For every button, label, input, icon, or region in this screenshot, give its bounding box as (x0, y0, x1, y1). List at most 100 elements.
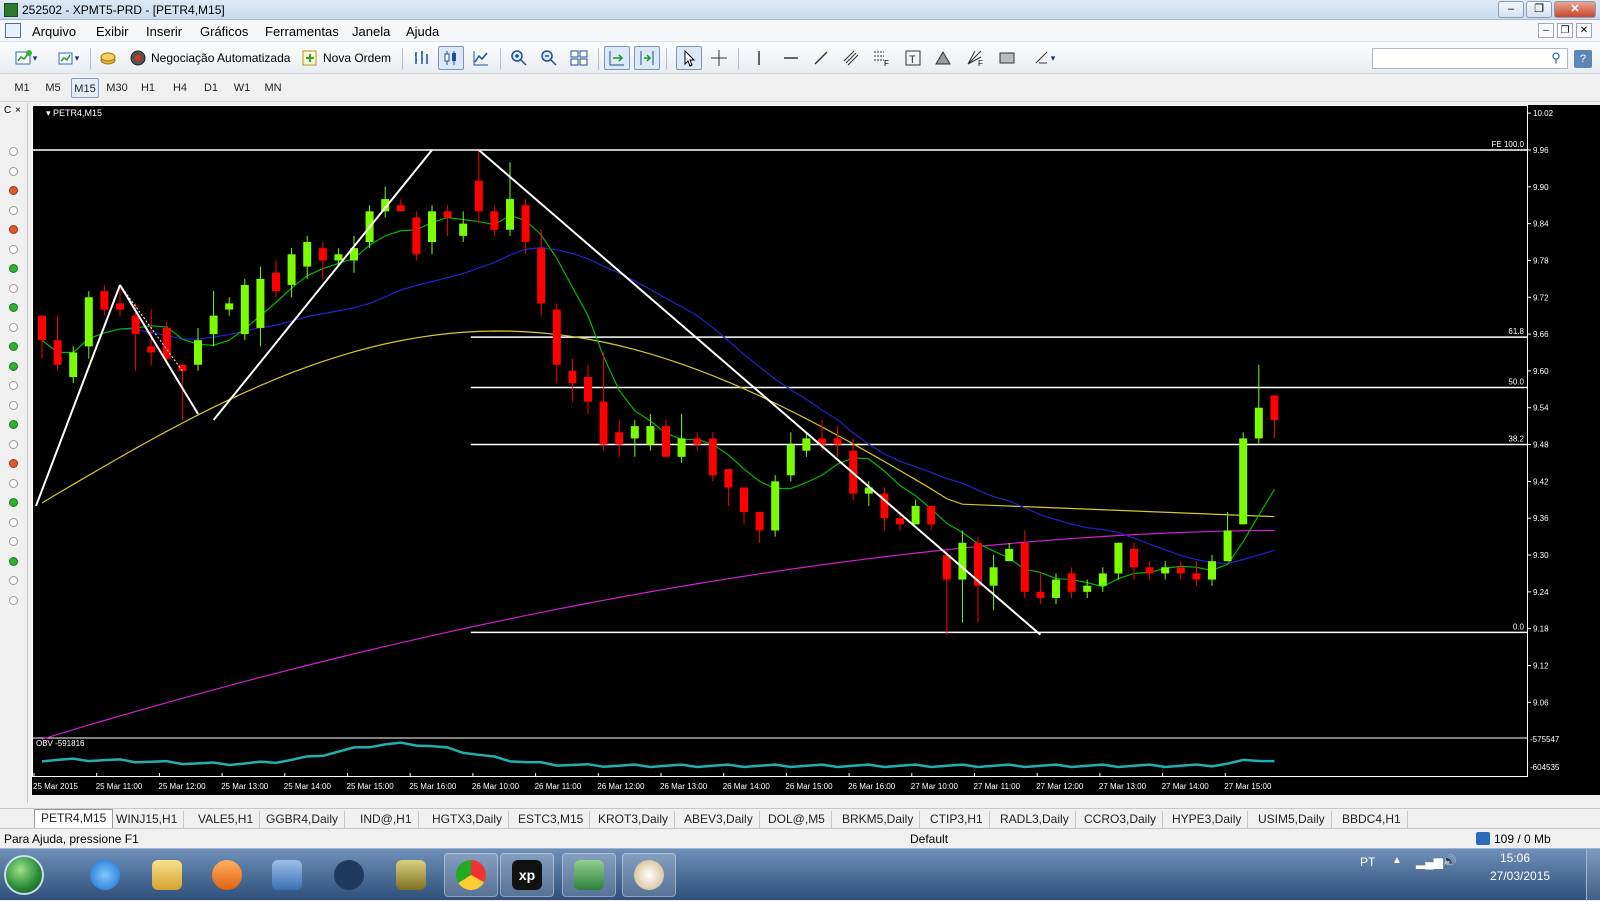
trendline-button[interactable] (808, 46, 834, 70)
object-marker[interactable] (9, 420, 18, 429)
vertical-line-button[interactable] (746, 46, 772, 70)
mdi-restore-button[interactable]: ❐ (1557, 23, 1573, 38)
zoom-out-button[interactable] (536, 46, 562, 70)
candle[interactable] (53, 340, 62, 365)
bar-chart-button[interactable] (408, 46, 434, 70)
taskbar-metatrader[interactable] (562, 853, 616, 897)
symbol-tab[interactable]: IND@,H1 (354, 811, 419, 829)
candle[interactable] (771, 481, 780, 531)
candle[interactable] (1114, 542, 1123, 574)
panel-close-icon[interactable]: × (15, 105, 21, 116)
timeframe-h1[interactable]: H1 (134, 78, 162, 98)
auto-scroll-button[interactable] (604, 46, 630, 70)
object-marker[interactable] (9, 166, 18, 176)
object-marker[interactable] (9, 595, 18, 605)
taskbar-explorer[interactable] (140, 853, 194, 897)
object-marker[interactable] (9, 498, 18, 507)
mdi-close-button[interactable]: ✕ (1576, 23, 1592, 38)
chart-shift-button[interactable] (634, 46, 660, 70)
candle[interactable] (786, 444, 795, 476)
signal-icon[interactable]: ▂▄▆ (1416, 855, 1443, 869)
candle[interactable] (693, 438, 702, 445)
close-button[interactable]: ✕ (1554, 1, 1596, 18)
start-button[interactable] (4, 855, 44, 895)
timeframe-w1[interactable]: W1 (228, 78, 256, 98)
search-icon[interactable]: ⚲ (1548, 50, 1564, 66)
candle[interactable] (584, 377, 592, 402)
chart-window[interactable]: 10.02 9.96 9.90 9.84 9.78 9.72 9.66 9.60 9.54 9.4… (32, 105, 1600, 795)
candle[interactable] (958, 542, 967, 580)
candle[interactable] (646, 426, 655, 445)
candle[interactable] (194, 340, 202, 365)
candle[interactable] (1083, 585, 1092, 592)
candle[interactable] (100, 291, 109, 310)
candle[interactable] (708, 438, 717, 476)
candle[interactable] (662, 426, 670, 457)
candle[interactable] (412, 217, 421, 255)
candle[interactable] (490, 211, 499, 230)
candle[interactable] (552, 309, 561, 365)
object-marker[interactable] (9, 517, 18, 527)
channel-button[interactable] (838, 46, 864, 70)
candle[interactable] (1192, 573, 1201, 580)
candle[interactable] (428, 211, 436, 243)
object-marker[interactable] (9, 361, 18, 371)
object-marker[interactable] (9, 576, 18, 585)
candle[interactable] (1067, 573, 1076, 592)
candle[interactable] (147, 346, 156, 353)
object-marker[interactable] (9, 342, 18, 351)
horizontal-line-button[interactable] (778, 46, 804, 70)
candle[interactable] (537, 248, 546, 304)
object-marker[interactable] (9, 459, 18, 468)
timeframe-d1[interactable]: D1 (197, 78, 225, 98)
menu-ferramentas[interactable]: Ferramentas (265, 24, 339, 39)
candle[interactable] (942, 555, 951, 580)
symbol-tab[interactable]: VALE5,H1 (192, 811, 261, 829)
tile-windows-button[interactable] (566, 46, 592, 70)
candle[interactable] (989, 567, 998, 586)
symbol-tab[interactable]: BRKM5,Daily (836, 811, 921, 829)
panel-c-icon[interactable]: C (4, 105, 11, 116)
candle[interactable] (84, 297, 93, 347)
candle[interactable] (1052, 579, 1060, 598)
object-marker[interactable] (9, 303, 18, 312)
taskbar-media[interactable] (200, 853, 254, 897)
candle[interactable] (1270, 395, 1279, 420)
timeframe-mn[interactable]: MN (259, 78, 287, 98)
candle[interactable] (1208, 561, 1216, 580)
object-marker[interactable] (9, 478, 18, 488)
object-marker[interactable] (9, 264, 18, 273)
candle[interactable] (911, 505, 920, 525)
candle[interactable] (287, 254, 296, 285)
candle[interactable] (256, 278, 265, 328)
candle[interactable] (1130, 548, 1138, 568)
candle[interactable] (599, 401, 608, 445)
candle[interactable] (755, 512, 764, 531)
menu-ajuda[interactable]: Ajuda (406, 24, 439, 39)
mdi-minimize-button[interactable]: – (1538, 23, 1554, 38)
candle[interactable] (334, 254, 343, 261)
candle[interactable] (443, 211, 452, 218)
candle[interactable] (318, 248, 327, 261)
menu-arquivo[interactable]: Arquivo (32, 24, 76, 39)
trendline[interactable] (478, 149, 1042, 636)
arrow-label-button[interactable] (930, 46, 956, 70)
candle[interactable] (615, 432, 624, 445)
symbol-tab[interactable]: HGTX3,Daily (426, 811, 510, 829)
taskbar-app4[interactable] (260, 853, 314, 897)
taskbar-chrome[interactable] (444, 853, 498, 897)
symbol-tab[interactable]: USIM5,Daily (1252, 811, 1332, 829)
help-icon[interactable]: ? (1574, 50, 1592, 68)
candle[interactable] (1254, 407, 1263, 439)
candle[interactable] (521, 205, 530, 243)
new-order-button[interactable]: Nova Ordem (300, 46, 396, 70)
shapes-dropdown-button[interactable]: ▾ (1024, 46, 1064, 70)
candle[interactable] (927, 505, 936, 525)
candle[interactable] (209, 315, 218, 335)
auto-trading-button[interactable]: Negociação Automatizada (128, 46, 292, 70)
crosshair-button[interactable] (706, 46, 732, 70)
text-button[interactable]: T (900, 46, 926, 70)
candle[interactable] (272, 272, 280, 292)
timeframe-h4[interactable]: H4 (166, 78, 194, 98)
symbol-tab[interactable]: HYPE3,Daily (1166, 811, 1249, 829)
